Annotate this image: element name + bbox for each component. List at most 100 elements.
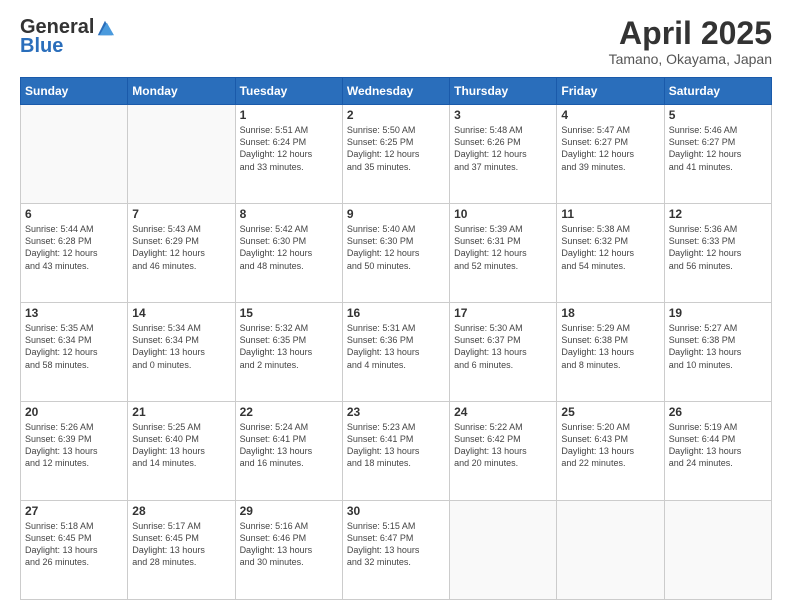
header: General Blue April 2025 Tamano, Okayama,… [20,16,772,67]
day-number: 20 [25,405,123,419]
day-info: Sunrise: 5:32 AMSunset: 6:35 PMDaylight:… [240,323,313,369]
logo-icon [96,19,114,37]
day-number: 25 [561,405,659,419]
col-friday: Friday [557,78,664,105]
page: General Blue April 2025 Tamano, Okayama,… [0,0,792,612]
day-info: Sunrise: 5:24 AMSunset: 6:41 PMDaylight:… [240,422,313,468]
calendar-cell: 4 Sunrise: 5:47 AMSunset: 6:27 PMDayligh… [557,105,664,204]
day-info: Sunrise: 5:46 AMSunset: 6:27 PMDaylight:… [669,125,742,171]
calendar-cell: 22 Sunrise: 5:24 AMSunset: 6:41 PMDaylig… [235,402,342,501]
calendar-cell: 16 Sunrise: 5:31 AMSunset: 6:36 PMDaylig… [342,303,449,402]
day-number: 30 [347,504,445,518]
col-monday: Monday [128,78,235,105]
day-info: Sunrise: 5:44 AMSunset: 6:28 PMDaylight:… [25,224,98,270]
day-number: 9 [347,207,445,221]
day-info: Sunrise: 5:20 AMSunset: 6:43 PMDaylight:… [561,422,634,468]
day-number: 28 [132,504,230,518]
day-number: 5 [669,108,767,122]
day-info: Sunrise: 5:47 AMSunset: 6:27 PMDaylight:… [561,125,634,171]
calendar-cell: 28 Sunrise: 5:17 AMSunset: 6:45 PMDaylig… [128,501,235,600]
col-tuesday: Tuesday [235,78,342,105]
month-title: April 2025 [609,16,772,51]
day-info: Sunrise: 5:30 AMSunset: 6:37 PMDaylight:… [454,323,527,369]
day-info: Sunrise: 5:48 AMSunset: 6:26 PMDaylight:… [454,125,527,171]
day-number: 18 [561,306,659,320]
calendar-cell: 3 Sunrise: 5:48 AMSunset: 6:26 PMDayligh… [450,105,557,204]
day-number: 29 [240,504,338,518]
header-right: April 2025 Tamano, Okayama, Japan [609,16,772,67]
calendar-cell: 20 Sunrise: 5:26 AMSunset: 6:39 PMDaylig… [21,402,128,501]
calendar-cell: 7 Sunrise: 5:43 AMSunset: 6:29 PMDayligh… [128,204,235,303]
calendar-cell: 9 Sunrise: 5:40 AMSunset: 6:30 PMDayligh… [342,204,449,303]
calendar-cell [21,105,128,204]
day-info: Sunrise: 5:35 AMSunset: 6:34 PMDaylight:… [25,323,98,369]
day-info: Sunrise: 5:17 AMSunset: 6:45 PMDaylight:… [132,521,205,567]
calendar-cell: 13 Sunrise: 5:35 AMSunset: 6:34 PMDaylig… [21,303,128,402]
calendar-cell: 11 Sunrise: 5:38 AMSunset: 6:32 PMDaylig… [557,204,664,303]
calendar-cell: 21 Sunrise: 5:25 AMSunset: 6:40 PMDaylig… [128,402,235,501]
col-thursday: Thursday [450,78,557,105]
day-number: 13 [25,306,123,320]
day-info: Sunrise: 5:22 AMSunset: 6:42 PMDaylight:… [454,422,527,468]
calendar-cell: 23 Sunrise: 5:23 AMSunset: 6:41 PMDaylig… [342,402,449,501]
day-number: 11 [561,207,659,221]
day-number: 26 [669,405,767,419]
day-info: Sunrise: 5:19 AMSunset: 6:44 PMDaylight:… [669,422,742,468]
day-number: 3 [454,108,552,122]
day-number: 4 [561,108,659,122]
day-number: 1 [240,108,338,122]
calendar-cell: 18 Sunrise: 5:29 AMSunset: 6:38 PMDaylig… [557,303,664,402]
calendar-cell: 29 Sunrise: 5:16 AMSunset: 6:46 PMDaylig… [235,501,342,600]
calendar-cell: 19 Sunrise: 5:27 AMSunset: 6:38 PMDaylig… [664,303,771,402]
calendar-cell: 30 Sunrise: 5:15 AMSunset: 6:47 PMDaylig… [342,501,449,600]
col-wednesday: Wednesday [342,78,449,105]
col-saturday: Saturday [664,78,771,105]
day-number: 6 [25,207,123,221]
logo-blue: Blue [20,35,63,58]
day-number: 8 [240,207,338,221]
calendar-cell: 26 Sunrise: 5:19 AMSunset: 6:44 PMDaylig… [664,402,771,501]
day-number: 24 [454,405,552,419]
calendar-cell: 10 Sunrise: 5:39 AMSunset: 6:31 PMDaylig… [450,204,557,303]
day-info: Sunrise: 5:40 AMSunset: 6:30 PMDaylight:… [347,224,420,270]
calendar-cell: 12 Sunrise: 5:36 AMSunset: 6:33 PMDaylig… [664,204,771,303]
day-info: Sunrise: 5:26 AMSunset: 6:39 PMDaylight:… [25,422,98,468]
day-number: 12 [669,207,767,221]
day-info: Sunrise: 5:31 AMSunset: 6:36 PMDaylight:… [347,323,420,369]
day-info: Sunrise: 5:18 AMSunset: 6:45 PMDaylight:… [25,521,98,567]
calendar-cell [128,105,235,204]
calendar-cell: 14 Sunrise: 5:34 AMSunset: 6:34 PMDaylig… [128,303,235,402]
calendar-cell: 1 Sunrise: 5:51 AMSunset: 6:24 PMDayligh… [235,105,342,204]
location: Tamano, Okayama, Japan [609,51,772,67]
calendar-cell: 8 Sunrise: 5:42 AMSunset: 6:30 PMDayligh… [235,204,342,303]
calendar-cell [557,501,664,600]
day-info: Sunrise: 5:23 AMSunset: 6:41 PMDaylight:… [347,422,420,468]
col-sunday: Sunday [21,78,128,105]
day-info: Sunrise: 5:29 AMSunset: 6:38 PMDaylight:… [561,323,634,369]
calendar-cell: 25 Sunrise: 5:20 AMSunset: 6:43 PMDaylig… [557,402,664,501]
day-number: 2 [347,108,445,122]
calendar-cell [450,501,557,600]
day-info: Sunrise: 5:51 AMSunset: 6:24 PMDaylight:… [240,125,313,171]
calendar-cell: 15 Sunrise: 5:32 AMSunset: 6:35 PMDaylig… [235,303,342,402]
day-info: Sunrise: 5:15 AMSunset: 6:47 PMDaylight:… [347,521,420,567]
day-number: 17 [454,306,552,320]
day-number: 21 [132,405,230,419]
logo: General Blue [20,16,114,58]
calendar-cell [664,501,771,600]
day-info: Sunrise: 5:36 AMSunset: 6:33 PMDaylight:… [669,224,742,270]
calendar-cell: 24 Sunrise: 5:22 AMSunset: 6:42 PMDaylig… [450,402,557,501]
calendar-header-row: Sunday Monday Tuesday Wednesday Thursday… [21,78,772,105]
calendar-cell: 5 Sunrise: 5:46 AMSunset: 6:27 PMDayligh… [664,105,771,204]
day-info: Sunrise: 5:43 AMSunset: 6:29 PMDaylight:… [132,224,205,270]
calendar-cell: 27 Sunrise: 5:18 AMSunset: 6:45 PMDaylig… [21,501,128,600]
day-info: Sunrise: 5:42 AMSunset: 6:30 PMDaylight:… [240,224,313,270]
calendar-cell: 17 Sunrise: 5:30 AMSunset: 6:37 PMDaylig… [450,303,557,402]
day-number: 23 [347,405,445,419]
day-info: Sunrise: 5:39 AMSunset: 6:31 PMDaylight:… [454,224,527,270]
calendar-cell: 2 Sunrise: 5:50 AMSunset: 6:25 PMDayligh… [342,105,449,204]
day-info: Sunrise: 5:50 AMSunset: 6:25 PMDaylight:… [347,125,420,171]
day-info: Sunrise: 5:34 AMSunset: 6:34 PMDaylight:… [132,323,205,369]
day-number: 16 [347,306,445,320]
day-number: 7 [132,207,230,221]
